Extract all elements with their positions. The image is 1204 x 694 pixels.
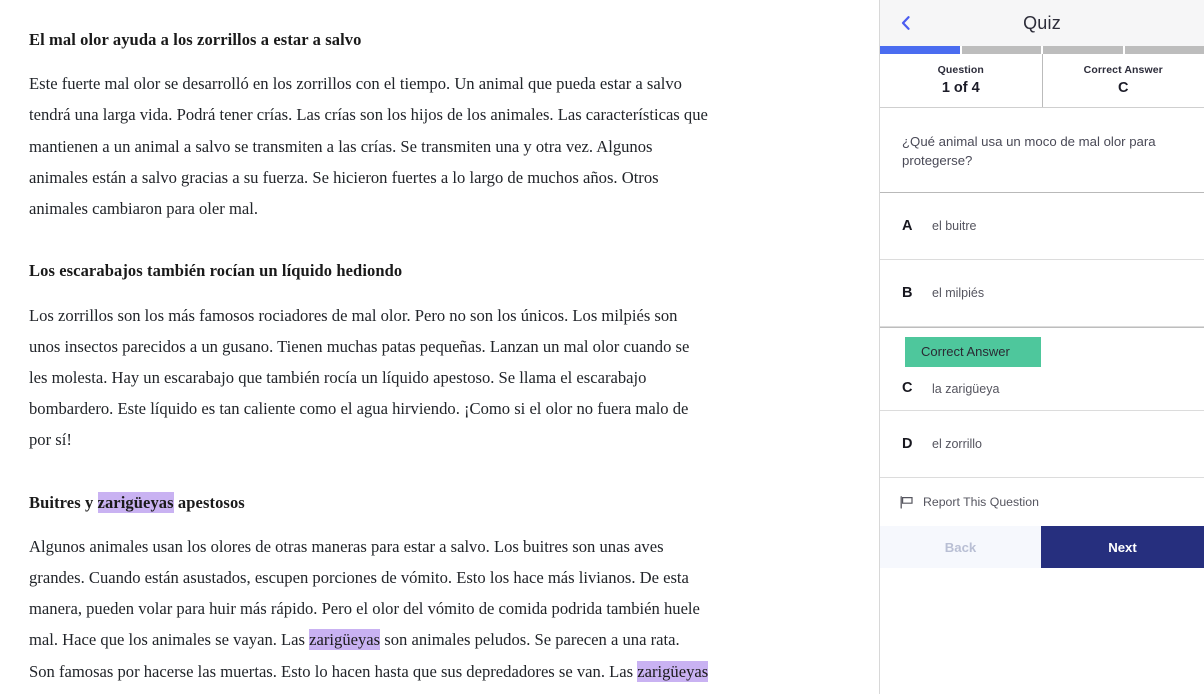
quiz-navigation: Back Next [880,526,1204,568]
answer-letter: C [902,380,913,396]
highlighted-term: zarigüeyas [637,660,709,682]
progress-segment-3 [1043,46,1123,54]
section-heading-1: El mal olor ayuda a los zorrillos a esta… [29,30,362,49]
question-text: ¿Qué animal usa un moco de mal olor para… [902,134,1156,168]
back-button[interactable] [890,0,920,46]
answer-letter: B [902,285,913,301]
highlighted-term: zarigüeyas [97,491,174,513]
section-body-1: Este fuerte mal olor se desarrolló en lo… [29,74,708,219]
answer-option-a[interactable]: A el buitre [880,193,1204,260]
answer-letter: A [902,218,913,234]
answer-option-d[interactable]: D el zorrillo [880,411,1204,478]
progress-segment-4 [1124,46,1204,54]
answer-option-c[interactable]: Correct Answer C la zarigüeya [880,327,1204,411]
correct-answer-label: Correct Answer [1083,63,1163,76]
answer-list: A el buitre B el milpiés Correct Answer … [880,193,1204,478]
question-counter: Question 1 of 4 [880,54,1042,107]
progress-segment-2 [961,46,1041,54]
question-block: ¿Qué animal usa un moco de mal olor para… [880,108,1204,193]
article-content: El mal olor ayuda a los zorrillos a esta… [29,29,709,694]
section-heading-3: Buitres y zarigüeyas apestosos [29,491,709,514]
section-body-2: Los zorrillos son los más famosos rociad… [29,305,690,450]
report-question-label: Report This Question [923,495,1039,509]
heading-text-prefix: Buitres y [29,492,98,512]
section-body-3: Algunos animales usan los olores de otra… [29,531,709,694]
question-counter-value: 1 of 4 [941,80,980,96]
quiz-header: Quiz [880,0,1204,46]
flag-icon [900,495,914,509]
quiz-panel-footer-space [880,568,1204,694]
report-question-link[interactable]: Report This Question [880,478,1204,526]
quiz-title: Quiz [1023,12,1061,33]
quiz-panel: Quiz Question 1 of 4 Correct Answer C ¿Q… [879,0,1204,694]
correct-answer-badge: Correct Answer [905,337,1041,367]
answer-text: el buitre [932,219,977,233]
section-heading-2: Los escarabajos también rocían un líquid… [29,261,403,281]
answer-text: el zorrillo [932,437,983,451]
chevron-left-icon [901,16,910,30]
correct-answer-value: C [1118,80,1129,96]
correct-answer-indicator: Correct Answer C [1041,54,1204,107]
question-counter-label: Question [937,63,984,76]
next-nav-button[interactable]: Next [1041,526,1204,568]
progress-segment-1 [880,46,960,54]
answer-text: el milpiés [932,286,985,300]
answer-option-b[interactable]: B el milpiés [880,260,1204,327]
heading-text-suffix: apestosos [173,492,245,512]
back-nav-button[interactable]: Back [880,526,1041,568]
article-pane: El mal olor ayuda a los zorrillos a esta… [0,0,879,694]
answer-letter: D [902,436,913,452]
answer-text: la zarigüeya [932,382,1000,396]
quiz-meta-row: Question 1 of 4 Correct Answer C [880,54,1204,108]
quiz-progress-bar [880,46,1204,54]
highlighted-term: zarigüeyas [309,629,381,651]
